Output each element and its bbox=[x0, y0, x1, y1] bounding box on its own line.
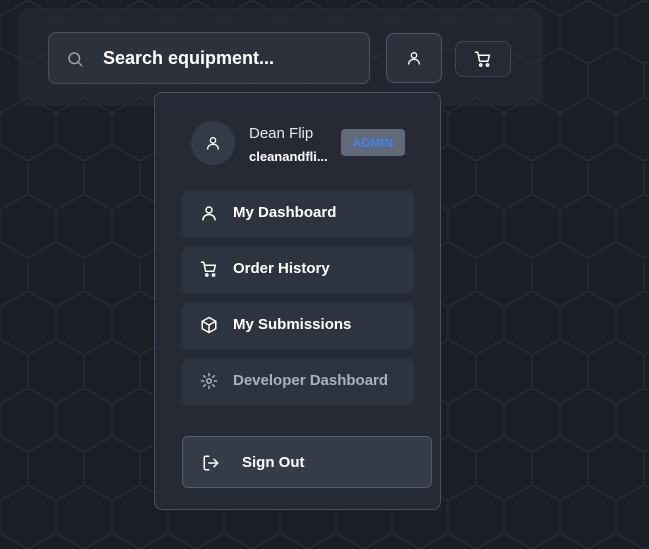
menu-item-my-submissions[interactable]: My Submissions bbox=[182, 302, 414, 350]
search-input[interactable] bbox=[103, 45, 353, 71]
gear-icon bbox=[200, 372, 218, 390]
search-box[interactable] bbox=[48, 32, 370, 84]
menu-item-label: Developer Dashboard bbox=[233, 372, 389, 389]
user-icon bbox=[408, 52, 420, 65]
menu-item-my-dashboard[interactable]: My Dashboard bbox=[182, 190, 414, 238]
cart-icon bbox=[200, 261, 217, 277]
menu-item-label: Order History bbox=[233, 260, 330, 277]
avatar bbox=[191, 121, 235, 165]
cart-icon bbox=[474, 51, 491, 67]
cart-button[interactable] bbox=[455, 41, 511, 77]
menu-item-label: My Dashboard bbox=[233, 204, 337, 221]
menu-item-order-history[interactable]: Order History bbox=[182, 246, 414, 294]
sign-out-button[interactable]: Sign Out bbox=[182, 436, 432, 488]
user-icon bbox=[202, 206, 216, 221]
search-icon bbox=[68, 52, 83, 67]
menu-item-developer-dashboard[interactable]: Developer Dashboard bbox=[182, 358, 414, 406]
menu-item-label: My Submissions bbox=[233, 316, 352, 333]
role-badge: ADMIN bbox=[341, 129, 405, 156]
logout-icon bbox=[203, 455, 219, 471]
user-menu-button[interactable] bbox=[386, 33, 442, 83]
app-screen: Dean Flip cleanandfli... ADMIN My Dashbo… bbox=[0, 0, 649, 549]
box-icon bbox=[201, 316, 217, 334]
user-dropdown-menu: Dean Flip cleanandfli... ADMIN My Dashbo… bbox=[154, 92, 441, 510]
user-name: Dean Flip bbox=[249, 125, 314, 142]
user-email: cleanandfli... bbox=[249, 149, 328, 164]
user-icon bbox=[207, 137, 219, 150]
sign-out-label: Sign Out bbox=[242, 454, 305, 471]
